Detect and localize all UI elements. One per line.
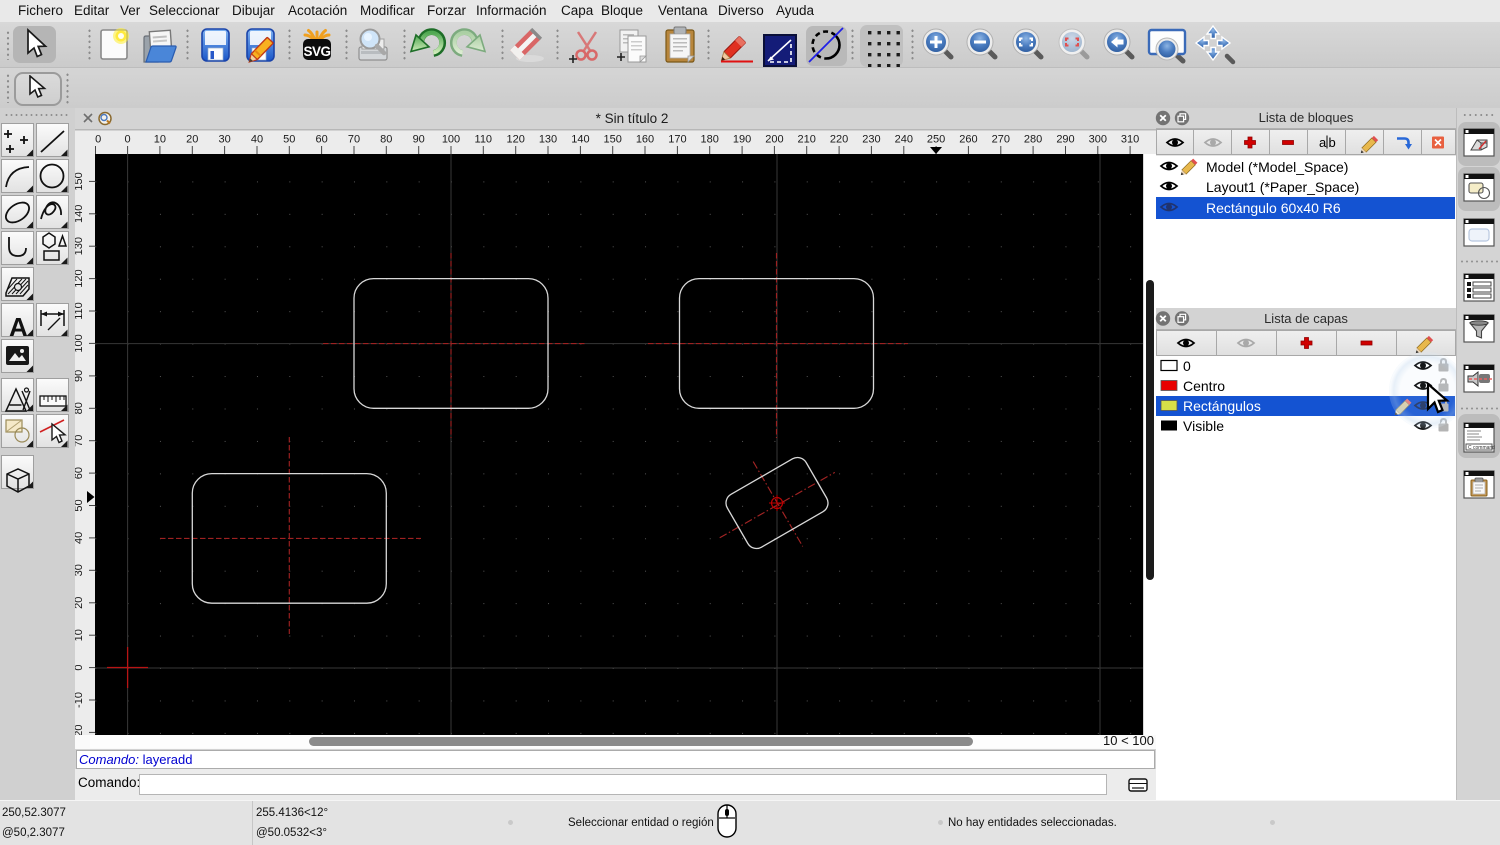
svg-text:150: 150	[75, 172, 85, 190]
svg-text:80: 80	[75, 402, 85, 414]
svg-text:30: 30	[218, 134, 230, 146]
svg-text:10: 10	[154, 134, 166, 146]
svg-text:150: 150	[604, 134, 622, 146]
svg-text:30: 30	[75, 564, 85, 576]
svg-text:300: 300	[1089, 134, 1107, 146]
svg-text:140: 140	[571, 134, 589, 146]
svg-text:250: 250	[927, 134, 945, 146]
svg-text:-20: -20	[75, 724, 85, 735]
svg-text:200: 200	[765, 134, 783, 146]
svg-text:170: 170	[668, 134, 686, 146]
svg-text:280: 280	[1024, 134, 1042, 146]
svg-text:100: 100	[442, 134, 460, 146]
svg-text:190: 190	[733, 134, 751, 146]
svg-text:C command: C command	[1468, 445, 1495, 451]
svg-text:260: 260	[959, 134, 977, 146]
svg-text:270: 270	[992, 134, 1010, 146]
svg-text:10: 10	[75, 629, 85, 641]
svg-text:100: 100	[75, 334, 85, 352]
svg-text:70: 70	[348, 134, 360, 146]
svg-text:20: 20	[75, 597, 85, 609]
svg-text:140: 140	[75, 205, 85, 223]
svg-text:160: 160	[636, 134, 654, 146]
svg-text:90: 90	[413, 134, 425, 146]
svg-text:a: a	[1319, 135, 1327, 150]
svg-text:60: 60	[75, 467, 85, 479]
svg-text:b: b	[1329, 135, 1336, 150]
svg-text:40: 40	[251, 134, 263, 146]
svg-text:230: 230	[862, 134, 880, 146]
svg-text:290: 290	[1056, 134, 1074, 146]
svg-text:0: 0	[125, 134, 131, 146]
svg-text:90: 90	[75, 370, 85, 382]
svg-text:240: 240	[895, 134, 913, 146]
svg-text:130: 130	[539, 134, 557, 146]
svg-text:120: 120	[75, 269, 85, 287]
svg-text:70: 70	[75, 435, 85, 447]
svg-text:40: 40	[75, 532, 85, 544]
svg-text:SVG: SVG	[303, 44, 330, 59]
svg-text:130: 130	[75, 237, 85, 255]
svg-text:0: 0	[95, 134, 101, 146]
svg-text:120: 120	[507, 134, 525, 146]
svg-text:20: 20	[186, 134, 198, 146]
svg-text:210: 210	[798, 134, 816, 146]
svg-text:310: 310	[1121, 134, 1139, 146]
svg-text:50: 50	[75, 499, 85, 511]
svg-text:180: 180	[701, 134, 719, 146]
svg-text:A: A	[9, 312, 28, 342]
svg-text:220: 220	[830, 134, 848, 146]
svg-text:60: 60	[315, 134, 327, 146]
svg-text:80: 80	[380, 134, 392, 146]
svg-text:110: 110	[75, 302, 85, 320]
svg-text:50: 50	[283, 134, 295, 146]
svg-text:-10: -10	[75, 692, 85, 708]
svg-text:0: 0	[75, 665, 85, 671]
svg-text:110: 110	[475, 134, 493, 146]
